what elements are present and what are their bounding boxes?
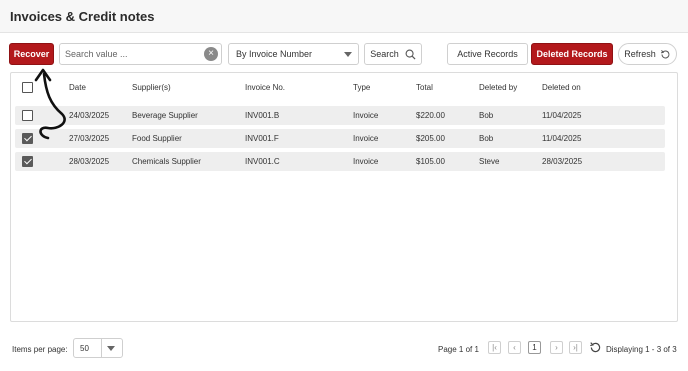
table-row[interactable]: 28/03/2025 Chemicals Supplier INV001.C I… [15,152,665,171]
chevron-down-icon [107,346,115,351]
table-row[interactable]: 27/03/2025 Food Supplier INV001.F Invoic… [15,129,665,148]
next-page-button[interactable]: › [550,341,563,354]
table-row[interactable]: 24/03/2025 Beverage Supplier INV001.B In… [15,106,665,125]
cell-supplier: Beverage Supplier [132,111,198,120]
cell-supplier: Chemicals Supplier [132,157,201,166]
column-invoice-no[interactable]: Invoice No. [245,83,285,92]
cell-supplier: Food Supplier [132,134,182,143]
search-by-select[interactable]: By Invoice Number [228,43,359,65]
refresh-button[interactable]: Refresh [618,43,677,65]
cell-deleted-by: Bob [479,111,494,120]
records-table: Date Supplier(s) Invoice No. Type Total … [10,72,678,322]
cell-deleted-by: Steve [479,157,500,166]
column-type[interactable]: Type [353,83,370,92]
deleted-records-button[interactable]: Deleted Records [531,43,613,65]
column-deleted-on[interactable]: Deleted on [542,83,581,92]
items-per-page-value: 50 [80,343,89,353]
cell-total: $205.00 [416,134,445,143]
cell-total: $105.00 [416,157,445,166]
cell-deleted-on: 11/04/2025 [542,111,582,120]
select-divider [101,339,102,357]
cell-type: Invoice [353,111,379,120]
search-button[interactable]: Search [364,43,422,65]
items-per-page-label: Items per page: [12,345,68,354]
column-deleted-by[interactable]: Deleted by [479,83,517,92]
active-records-button[interactable]: Active Records [447,43,528,65]
cell-invoice-no: INV001.B [245,111,280,120]
cell-invoice-no: INV001.F [245,134,279,143]
cell-date: 28/03/2025 [69,157,110,166]
prev-page-button[interactable]: ‹ [508,341,521,354]
first-page-button[interactable]: |‹ [488,341,501,354]
cell-type: Invoice [353,157,379,166]
recover-button[interactable]: Recover [9,43,54,65]
clear-search-icon[interactable]: × [204,47,218,61]
chevron-down-icon [344,52,352,57]
annotation-arrow-icon [34,68,66,140]
page-title: Invoices & Credit notes [10,9,155,24]
search-icon [405,49,416,60]
search-button-label: Search [370,49,399,59]
table-header: Date Supplier(s) Invoice No. Type Total … [11,73,677,103]
items-per-page-select[interactable]: 50 [73,338,123,358]
search-field: × [59,43,222,65]
cell-deleted-on: 11/04/2025 [542,134,582,143]
reload-icon[interactable] [589,341,602,354]
last-page-button[interactable]: ›| [569,341,582,354]
refresh-button-label: Refresh [624,49,656,59]
column-supplier[interactable]: Supplier(s) [132,83,171,92]
page-indicator: Page 1 of 1 [438,345,479,354]
page-number-button[interactable]: 1 [528,341,541,354]
cell-type: Invoice [353,134,379,143]
cell-invoice-no: INV001.C [245,157,280,166]
refresh-icon [660,49,670,58]
column-total[interactable]: Total [416,83,433,92]
search-by-value: By Invoice Number [236,49,313,59]
cell-deleted-by: Bob [479,134,494,143]
displaying-count: Displaying 1 - 3 of 3 [606,345,677,354]
cell-deleted-on: 28/03/2025 [542,157,583,166]
search-input[interactable] [60,44,200,64]
cell-total: $220.00 [416,111,445,120]
row-checkbox[interactable] [22,156,33,167]
